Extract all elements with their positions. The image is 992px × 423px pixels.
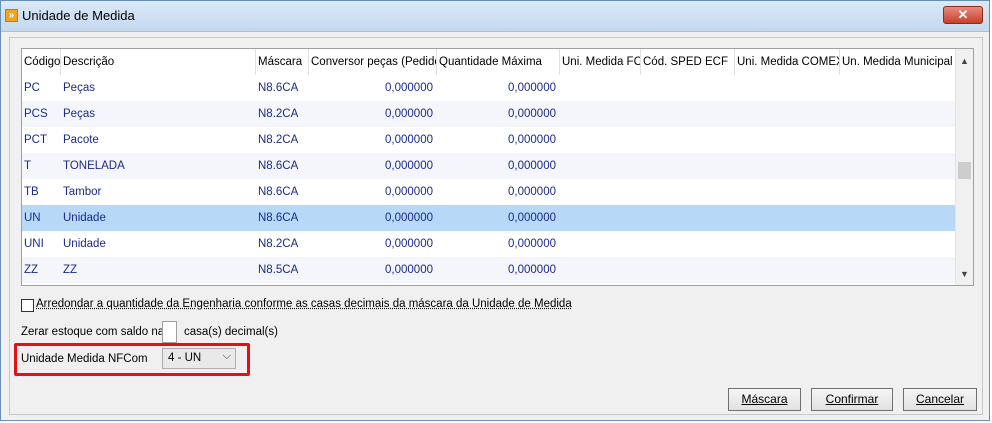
chevron-down-icon: ⌵ bbox=[222, 350, 231, 362]
table-row[interactable]: UN Unidade N8.6CA 0,000000 0,000000 bbox=[22, 205, 957, 231]
cell-qtd_max: 0,000000 bbox=[508, 264, 556, 276]
column-header[interactable]: Cód. SPED ECF bbox=[641, 49, 735, 75]
scroll-up-icon[interactable]: ▲ bbox=[956, 53, 973, 70]
cell-conversor: 0,000000 bbox=[385, 264, 433, 276]
cell-descricao: Tambor bbox=[63, 186, 102, 198]
cell-descricao: ZZ bbox=[63, 264, 78, 276]
table-row[interactable]: PCS Peças N8.2CA 0,000000 0,000000 bbox=[22, 101, 957, 127]
cancelar-button[interactable]: Cancelar bbox=[903, 388, 977, 411]
arredondar-label[interactable]: Arredondar a quantidade da Engenharia co… bbox=[36, 298, 572, 310]
cell-qtd_max: 0,000000 bbox=[508, 212, 556, 224]
cell-mascara: N8.6CA bbox=[258, 82, 299, 94]
column-header[interactable]: Máscara bbox=[256, 49, 309, 75]
cell-codigo: ZZ bbox=[24, 264, 39, 276]
close-button[interactable]: ✕ bbox=[943, 6, 983, 24]
dialog-content: Código Descrição Máscara Conversor peças (P… bbox=[9, 37, 983, 415]
cell-qtd_max: 0,000000 bbox=[508, 134, 556, 146]
cell-mascara: N8.2CA bbox=[258, 108, 299, 120]
cell-descricao: Peças bbox=[63, 108, 95, 120]
mascara-button-label: Máscara bbox=[741, 392, 788, 406]
cell-qtd_max: 0,000000 bbox=[508, 160, 556, 172]
cell-mascara: N8.6CA bbox=[258, 160, 299, 172]
table-row[interactable]: PC Peças N8.6CA 0,000000 0,000000 bbox=[22, 75, 957, 101]
nfcom-label: Unidade Medida NFCom bbox=[21, 353, 148, 365]
title-bar[interactable]: » Unidade de Medida ✕ bbox=[1, 1, 989, 32]
table-row[interactable]: UNI Unidade N8.2CA 0,000000 0,000000 bbox=[22, 231, 957, 257]
cell-conversor: 0,000000 bbox=[385, 212, 433, 224]
column-header[interactable]: Código bbox=[22, 49, 61, 75]
cell-codigo: UN bbox=[24, 212, 41, 224]
zerar-label: Zerar estoque com saldo na bbox=[21, 326, 165, 338]
confirmar-button[interactable]: Confirmar bbox=[811, 388, 893, 411]
column-header[interactable]: Uni. Medida COMEX bbox=[735, 49, 840, 75]
cell-qtd_max: 0,000000 bbox=[508, 238, 556, 250]
cell-conversor: 0,000000 bbox=[385, 186, 433, 198]
cell-qtd_max: 0,000000 bbox=[508, 82, 556, 94]
cancelar-button-label: Cancelar bbox=[915, 392, 965, 406]
column-header[interactable]: Uni. Medida FCI bbox=[560, 49, 641, 75]
cell-qtd_max: 0,000000 bbox=[508, 186, 556, 198]
column-header[interactable]: Quantidade Máxima bbox=[437, 49, 560, 75]
cell-mascara: N8.2CA bbox=[258, 238, 299, 250]
cell-descricao: Unidade bbox=[63, 212, 106, 224]
app-icon: » bbox=[5, 9, 18, 22]
arredondar-checkbox[interactable] bbox=[21, 299, 34, 312]
cell-mascara: N8.2CA bbox=[258, 134, 299, 146]
casas-label: casa(s) decimal(s) bbox=[184, 326, 278, 338]
cell-codigo: PCT bbox=[24, 134, 47, 146]
scroll-down-icon[interactable]: ▼ bbox=[956, 266, 973, 283]
table-row[interactable]: T TONELADA N8.6CA 0,000000 0,000000 bbox=[22, 153, 957, 179]
cell-qtd_max: 0,000000 bbox=[508, 108, 556, 120]
cell-mascara: N8.6CA bbox=[258, 212, 299, 224]
cell-codigo: T bbox=[24, 160, 32, 172]
cell-codigo: UNI bbox=[24, 238, 44, 250]
column-header[interactable]: Descrição bbox=[61, 49, 256, 75]
grid-header: Código Descrição Máscara Conversor peças (P… bbox=[22, 49, 957, 75]
column-header[interactable]: Un. Medida Municipal bbox=[840, 49, 957, 75]
cell-codigo: PCS bbox=[24, 108, 48, 120]
scroll-thumb[interactable] bbox=[958, 162, 971, 179]
column-header[interactable]: Conversor peças (Pedido) bbox=[309, 49, 437, 75]
nfcom-select[interactable]: 4 - UN ⌵ bbox=[162, 348, 236, 369]
cell-conversor: 0,000000 bbox=[385, 160, 433, 172]
confirmar-button-label: Confirmar bbox=[825, 392, 879, 406]
zerar-casas-input[interactable] bbox=[162, 321, 177, 343]
cell-mascara: N8.6CA bbox=[258, 186, 299, 198]
cell-descricao: Pacote bbox=[63, 134, 99, 146]
nfcom-select-value: 4 - UN bbox=[168, 352, 202, 364]
cell-descricao: Unidade bbox=[63, 238, 106, 250]
units-grid[interactable]: Código Descrição Máscara Conversor peças (P… bbox=[21, 48, 974, 286]
table-row[interactable]: PCT Pacote N8.2CA 0,000000 0,000000 bbox=[22, 127, 957, 153]
cell-descricao: Peças bbox=[63, 82, 95, 94]
cell-conversor: 0,000000 bbox=[385, 238, 433, 250]
vertical-scrollbar[interactable]: ▲ ▼ bbox=[955, 49, 973, 285]
cell-codigo: TB bbox=[24, 186, 39, 198]
cell-conversor: 0,000000 bbox=[385, 82, 433, 94]
window-title: Unidade de Medida bbox=[22, 8, 135, 23]
cell-descricao: TONELADA bbox=[63, 160, 125, 172]
cell-mascara: N8.5CA bbox=[258, 264, 299, 276]
cell-conversor: 0,000000 bbox=[385, 108, 433, 120]
table-row[interactable]: TB Tambor N8.6CA 0,000000 0,000000 bbox=[22, 179, 957, 205]
table-row[interactable]: ZZ ZZ N8.5CA 0,000000 0,000000 bbox=[22, 257, 957, 283]
dialog-window: » Unidade de Medida ✕ Código Descrição Más… bbox=[0, 0, 990, 421]
cell-codigo: PC bbox=[24, 82, 40, 94]
cell-conversor: 0,000000 bbox=[385, 134, 433, 146]
mascara-button[interactable]: Máscara bbox=[728, 388, 801, 411]
